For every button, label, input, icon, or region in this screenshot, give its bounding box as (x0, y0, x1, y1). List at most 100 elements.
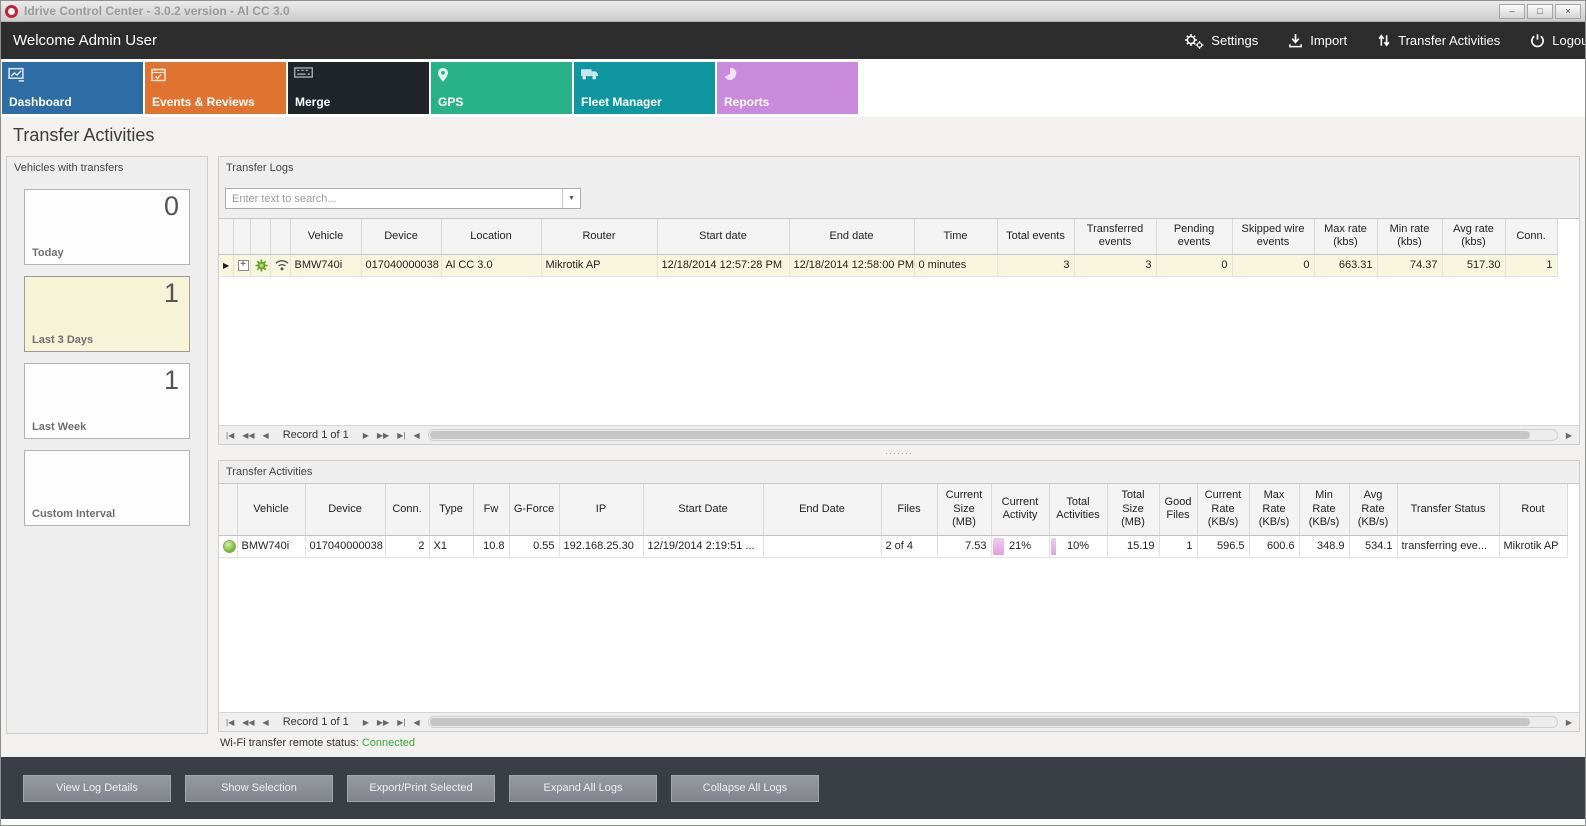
column-header[interactable]: Location (441, 219, 541, 254)
column-header[interactable]: Files (881, 484, 937, 535)
close-button[interactable]: × (1555, 4, 1581, 19)
column-header[interactable]: Transferred events (1074, 219, 1156, 254)
column-header[interactable]: Vehicle (237, 484, 305, 535)
column-header[interactable]: Current Size (MB) (937, 484, 991, 535)
column-header[interactable]: Device (361, 219, 441, 254)
wifi-cell[interactable] (270, 254, 290, 276)
card-today[interactable]: 0 Today (24, 189, 190, 265)
column-header[interactable]: Avg rate (kbs) (1442, 219, 1505, 254)
nav-tile-merge[interactable]: Merge (288, 62, 429, 114)
titlebar[interactable]: Idrive Control Center - 3.0.2 version - … (1, 1, 1585, 22)
column-header[interactable]: Total Activities (1049, 484, 1107, 535)
progress-cell[interactable]: 10% (1049, 535, 1107, 557)
gear-cell[interactable] (250, 254, 270, 276)
column-header[interactable]: Fw (473, 484, 509, 535)
cell[interactable]: 12/18/2014 12:58:00 PM (789, 254, 914, 276)
column-header[interactable]: Skipped wire events (1232, 219, 1314, 254)
table-row[interactable]: ▶+BMW740i017040000038Al CC 3.0Mikrotik A… (219, 254, 1557, 276)
panel-splitter[interactable]: ······· (218, 445, 1580, 460)
column-header[interactable]: Total events (997, 219, 1074, 254)
cell[interactable]: 517.30 (1442, 254, 1505, 276)
column-header[interactable]: Device (305, 484, 385, 535)
column-header[interactable]: Pending events (1156, 219, 1232, 254)
cell[interactable]: BMW740i (237, 535, 305, 557)
cell[interactable]: 600.6 (1249, 535, 1299, 557)
column-header[interactable]: Good Files (1159, 484, 1197, 535)
cell[interactable]: 3 (997, 254, 1074, 276)
column-header[interactable]: Max Rate (KB/s) (1249, 484, 1299, 535)
column-header[interactable]: Start Date (643, 484, 763, 535)
cell[interactable]: 534.1 (1349, 535, 1397, 557)
scrollbar-thumb[interactable] (430, 718, 1530, 726)
import-button[interactable]: Import (1288, 33, 1347, 48)
show-selection-button[interactable]: Show Selection (185, 775, 333, 802)
column-header[interactable] (270, 219, 290, 254)
column-header[interactable]: Conn. (1505, 219, 1557, 254)
scroll-right-icon[interactable]: ▶ (1564, 431, 1574, 440)
cell[interactable]: 017040000038 (305, 535, 385, 557)
cell[interactable]: 0.55 (509, 535, 559, 557)
green-dot-cell[interactable] (219, 535, 237, 557)
prev-record-icon[interactable]: ◀ (261, 718, 271, 727)
cell[interactable]: 1 (1505, 254, 1557, 276)
column-header[interactable]: G-Force (509, 484, 559, 535)
cell[interactable]: 017040000038 (361, 254, 441, 276)
export-print-selected-button[interactable]: Export/Print Selected (347, 775, 495, 802)
scroll-left-icon[interactable]: ◀ (411, 431, 421, 440)
column-header[interactable]: Min Rate (KB/s) (1299, 484, 1349, 535)
expand-plus-cell[interactable]: + (233, 254, 250, 276)
card-last-week[interactable]: 1 Last Week (24, 363, 190, 439)
transfer-activities-button[interactable]: Transfer Activities (1377, 33, 1500, 48)
column-header[interactable]: Type (429, 484, 473, 535)
column-header[interactable]: Avg Rate (KB/s) (1349, 484, 1397, 535)
next-record-icon[interactable]: ▶ (361, 431, 371, 440)
next-record-icon[interactable]: ▶ (361, 718, 371, 727)
cell[interactable]: Al CC 3.0 (441, 254, 541, 276)
first-record-icon[interactable]: |◀ (224, 718, 236, 727)
next-page-icon[interactable]: ▶▶ (375, 431, 391, 440)
cell[interactable]: 3 (1074, 254, 1156, 276)
cell[interactable]: 1 (1159, 535, 1197, 557)
cell[interactable]: 12/18/2014 12:57:28 PM (657, 254, 789, 276)
scroll-left-icon[interactable]: ◀ (411, 718, 421, 727)
prev-page-icon[interactable]: ◀◀ (240, 431, 256, 440)
column-header[interactable]: Max rate (kbs) (1314, 219, 1377, 254)
cell[interactable]: BMW740i (290, 254, 361, 276)
search-input[interactable] (226, 193, 562, 205)
nav-tile-reports[interactable]: Reports (717, 62, 858, 114)
column-header[interactable]: Rout (1499, 484, 1567, 535)
cell[interactable]: 348.9 (1299, 535, 1349, 557)
nav-tile-gps[interactable]: GPS (431, 62, 572, 114)
column-header[interactable]: Current Activity (991, 484, 1049, 535)
cell[interactable]: 15.19 (1107, 535, 1159, 557)
nav-tile-dashboard[interactable]: Dashboard (2, 62, 143, 114)
cell[interactable]: transferring eve... (1397, 535, 1499, 557)
prev-record-icon[interactable]: ◀ (261, 431, 271, 440)
maximize-button[interactable]: □ (1527, 4, 1553, 19)
nav-tile-fleet-manager[interactable]: Fleet Manager (574, 62, 715, 114)
cell[interactable]: X1 (429, 535, 473, 557)
cell[interactable]: 2 of 4 (881, 535, 937, 557)
search-dropdown-icon[interactable]: ▼ (562, 189, 580, 208)
column-header[interactable]: IP (559, 484, 643, 535)
last-record-icon[interactable]: ▶| (395, 431, 407, 440)
column-header[interactable]: Vehicle (290, 219, 361, 254)
cell[interactable]: 74.37 (1377, 254, 1442, 276)
view-log-details-button[interactable]: View Log Details (23, 775, 171, 802)
table-row[interactable]: BMW740i0170400000382X110.80.55192.168.25… (219, 535, 1567, 557)
collapse-all-logs-button[interactable]: Collapse All Logs (671, 775, 819, 802)
cell[interactable]: 12/19/2014 2:19:51 ... (643, 535, 763, 557)
column-header[interactable]: Conn. (385, 484, 429, 535)
column-header[interactable]: Start date (657, 219, 789, 254)
scroll-right-icon[interactable]: ▶ (1564, 718, 1574, 727)
nav-tile-events-reviews[interactable]: Events & Reviews (145, 62, 286, 114)
row-arrow-cell[interactable]: ▶ (219, 254, 233, 276)
cell[interactable]: 0 minutes (914, 254, 997, 276)
cell[interactable]: 0 (1156, 254, 1232, 276)
cell[interactable]: 596.5 (1197, 535, 1249, 557)
column-header[interactable] (250, 219, 270, 254)
cell[interactable]: Mikrotik AP (1499, 535, 1567, 557)
cell[interactable] (763, 535, 881, 557)
first-record-icon[interactable]: |◀ (224, 431, 236, 440)
prev-page-icon[interactable]: ◀◀ (240, 718, 256, 727)
